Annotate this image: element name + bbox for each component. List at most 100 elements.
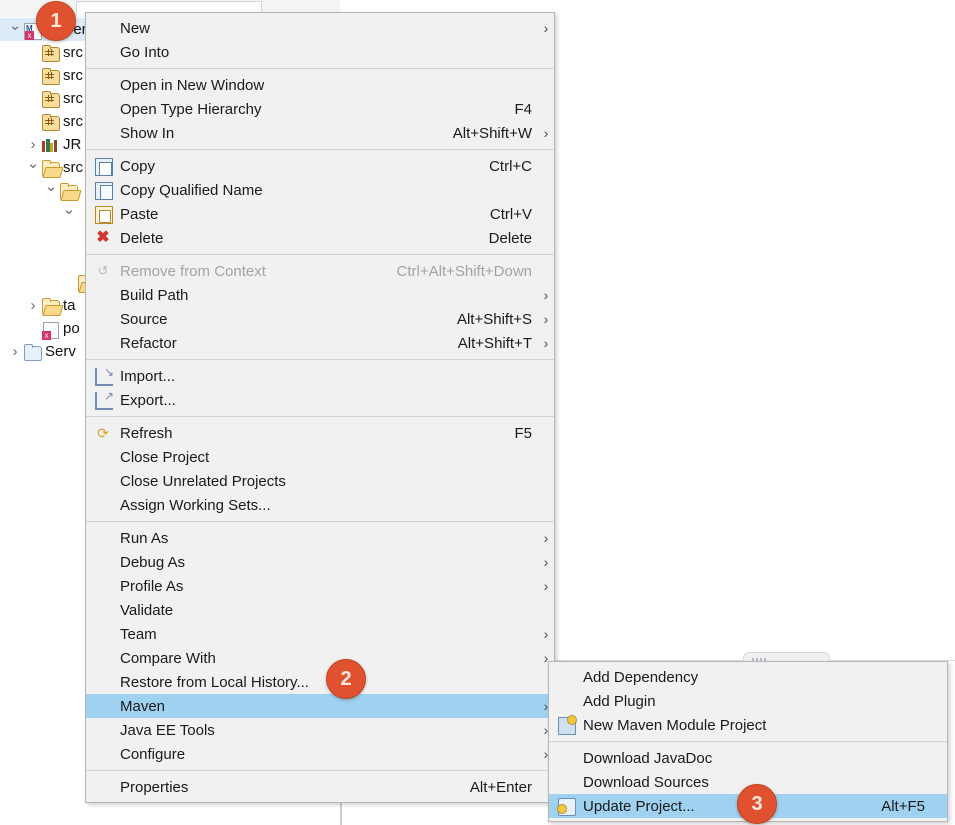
- menu-item-java-ee-tools[interactable]: Java EE Tools ›: [86, 718, 554, 742]
- submenu-arrow-icon: ›: [543, 335, 549, 351]
- tree-row-label: ta: [63, 297, 76, 314]
- menu-item-add-plugin[interactable]: Add Plugin: [549, 689, 947, 713]
- menu-separator: [86, 359, 554, 360]
- source-folder-icon-glyph: [42, 90, 60, 108]
- tree-twisty-spacer: [62, 271, 76, 294]
- menu-item-source[interactable]: Source Alt+Shift+S ›: [86, 307, 554, 331]
- menu-separator: [86, 68, 554, 69]
- menu-icon-none: [549, 746, 583, 770]
- menu-item-restore-from-local-history[interactable]: Restore from Local History...: [86, 670, 554, 694]
- menu-item-close-project[interactable]: Close Project: [86, 445, 554, 469]
- menu-item-shortcut: F4: [514, 100, 532, 118]
- blue-folder-icon-glyph: [24, 343, 42, 361]
- project-context-menu[interactable]: New › Go Into Open in New Window Open Type H…: [85, 12, 555, 803]
- menu-item-refresh[interactable]: ⟳ Refresh F5: [86, 421, 554, 445]
- menu-item-team[interactable]: Team ›: [86, 622, 554, 646]
- tree-twisty-open-icon[interactable]: [26, 156, 40, 179]
- submenu-arrow-icon: ›: [543, 578, 549, 594]
- source-folder-icon: [40, 90, 60, 108]
- menu-item-profile-as[interactable]: Profile As ›: [86, 574, 554, 598]
- menu-item-remove-from-context: ↺ Remove from Context Ctrl+Alt+Shift+Down: [86, 259, 554, 283]
- folder-open-icon-glyph: [42, 159, 60, 177]
- menu-icon-none: [86, 307, 120, 331]
- menu-item-label: Close Unrelated Projects: [120, 472, 286, 490]
- menu-item-maven[interactable]: Maven ›: [86, 694, 554, 718]
- tree-row-label: src: [63, 113, 83, 130]
- tree-twisty-closed-icon[interactable]: [26, 294, 40, 317]
- menu-icon-none: [549, 665, 583, 689]
- submenu-arrow-icon: ›: [543, 287, 549, 303]
- source-folder-icon: [40, 67, 60, 85]
- tree-twisty-spacer: [62, 248, 76, 271]
- menu-item-paste[interactable]: Paste Ctrl+V: [86, 202, 554, 226]
- step-badge-1: 1: [36, 1, 76, 41]
- tree-twisty-closed-icon[interactable]: [26, 133, 40, 156]
- xml-file-icon-glyph: [42, 321, 59, 340]
- update-project-icon: [549, 794, 583, 818]
- menu-item-download-javadoc[interactable]: Download JavaDoc: [549, 746, 947, 770]
- menu-item-label: Open Type Hierarchy: [120, 100, 262, 118]
- menu-item-label: Update Project...: [583, 797, 695, 815]
- menu-item-validate[interactable]: Validate: [86, 598, 554, 622]
- menu-item-configure[interactable]: Configure ›: [86, 742, 554, 766]
- submenu-arrow-icon: ›: [543, 125, 549, 141]
- menu-item-delete[interactable]: ✖ Delete Delete: [86, 226, 554, 250]
- menu-item-close-unrelated-projects[interactable]: Close Unrelated Projects: [86, 469, 554, 493]
- menu-item-open-in-new-window[interactable]: Open in New Window: [86, 73, 554, 97]
- menu-item-new-maven-module-project[interactable]: New Maven Module Project: [549, 713, 947, 737]
- menu-icon-none: [86, 331, 120, 355]
- menu-item-copy-qualified-name[interactable]: Copy Qualified Name: [86, 178, 554, 202]
- delete-icon-glyph: ✖: [96, 229, 110, 246]
- menu-icon-none: [86, 694, 120, 718]
- menu-item-new[interactable]: New ›: [86, 16, 554, 40]
- menu-item-refactor[interactable]: Refactor Alt+Shift+T ›: [86, 331, 554, 355]
- menu-item-properties[interactable]: Properties Alt+Enter: [86, 775, 554, 799]
- import-icon: [86, 364, 120, 388]
- menu-icon-none: [86, 598, 120, 622]
- source-folder-icon: [40, 44, 60, 62]
- menu-item-label: Compare With: [120, 649, 216, 667]
- tree-twisty-open-icon[interactable]: [8, 18, 22, 41]
- menu-item-show-in[interactable]: Show In Alt+Shift+W ›: [86, 121, 554, 145]
- menu-item-import[interactable]: Import...: [86, 364, 554, 388]
- menu-item-label: Properties: [120, 778, 189, 796]
- submenu-arrow-icon: ›: [543, 530, 549, 546]
- copy-qualified-name-icon-glyph: [95, 182, 113, 200]
- menu-item-go-into[interactable]: Go Into: [86, 40, 554, 64]
- tree-twisty-open-icon[interactable]: [62, 202, 76, 225]
- remove-from-context-icon-glyph: ↺: [97, 263, 109, 278]
- menu-item-open-type-hierarchy[interactable]: Open Type Hierarchy F4: [86, 97, 554, 121]
- blue-folder-icon: [22, 343, 42, 361]
- menu-separator: [86, 254, 554, 255]
- menu-item-shortcut: Ctrl+C: [489, 157, 532, 175]
- menu-item-debug-as[interactable]: Debug As ›: [86, 550, 554, 574]
- menu-item-label: Copy: [120, 157, 156, 175]
- menu-item-add-dependency[interactable]: Add Dependency: [549, 665, 947, 689]
- tree-twisty-closed-icon[interactable]: [8, 340, 22, 363]
- menu-item-label: Paste: [120, 205, 159, 223]
- menu-item-run-as[interactable]: Run As ›: [86, 526, 554, 550]
- menu-item-label: Download JavaDoc: [583, 749, 713, 767]
- menu-separator: [86, 770, 554, 771]
- menu-item-shortcut: F5: [514, 424, 532, 442]
- menu-item-label: Configure: [120, 745, 186, 763]
- tree-twisty-spacer: [26, 317, 40, 340]
- tree-twisty-open-icon[interactable]: [44, 179, 58, 202]
- menu-item-assign-working-sets[interactable]: Assign Working Sets...: [86, 493, 554, 517]
- menu-item-compare-with[interactable]: Compare With ›: [86, 646, 554, 670]
- submenu-arrow-icon: ›: [543, 20, 549, 36]
- menu-icon-none: [86, 775, 120, 799]
- tree-row-label: Serv: [45, 343, 76, 360]
- tree-row-label: src: [63, 90, 83, 107]
- remove-from-context-icon: ↺: [86, 259, 120, 283]
- menu-item-label: New Maven Module Project: [583, 716, 767, 734]
- menu-item-export[interactable]: Export...: [86, 388, 554, 412]
- menu-icon-none: [86, 550, 120, 574]
- menu-item-copy[interactable]: Copy Ctrl+C: [86, 154, 554, 178]
- menu-icon-none: [86, 40, 120, 64]
- menu-icon-none: [86, 646, 120, 670]
- menu-item-build-path[interactable]: Build Path ›: [86, 283, 554, 307]
- tree-row-label: src: [63, 44, 83, 61]
- xml-file-icon: [40, 320, 60, 340]
- menu-item-label: Open in New Window: [120, 76, 265, 94]
